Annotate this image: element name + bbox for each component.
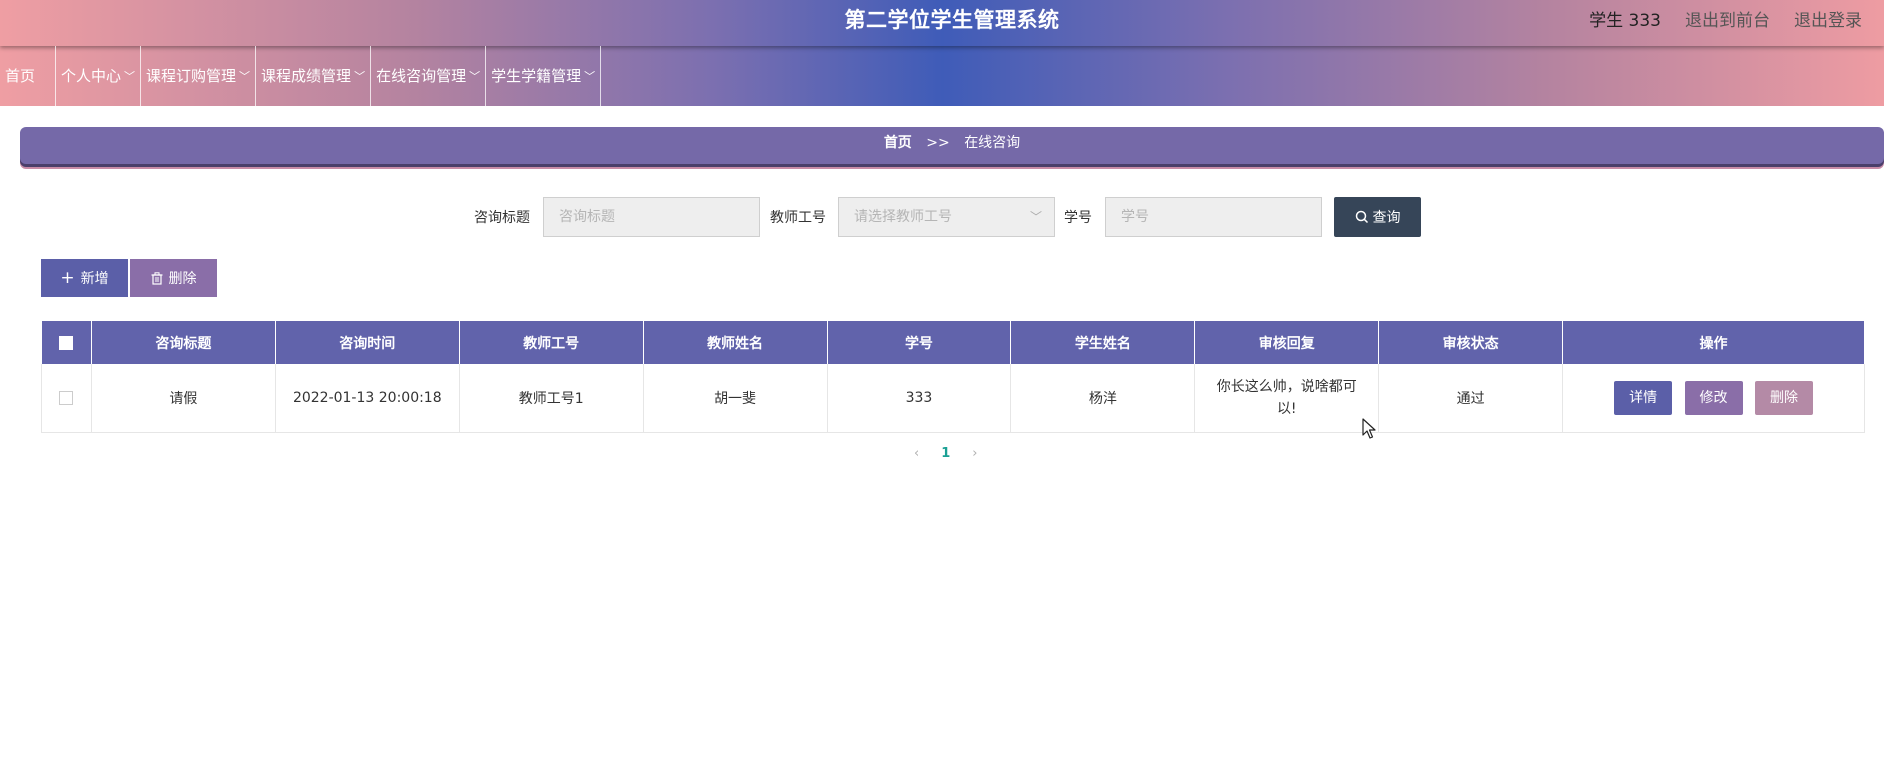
col-header: 审核回复: [1194, 321, 1380, 364]
consult-title-input[interactable]: 咨询标题: [543, 197, 760, 237]
col-header: 教师姓名: [643, 321, 828, 364]
add-button-label: 新增: [80, 271, 109, 287]
next-page-button[interactable]: ›: [972, 446, 977, 461]
nav-home[interactable]: 首页: [0, 46, 57, 106]
cell-title: 请假: [91, 364, 276, 433]
bulk-delete-button[interactable]: 删除: [130, 259, 217, 297]
breadcrumb-current: 在线咨询: [964, 135, 1021, 151]
nav-label: 课程成绩管理: [261, 67, 352, 85]
nav-course-grades[interactable]: 课程成绩管理 ﹀: [256, 46, 372, 106]
nav-label: 学生学籍管理: [491, 67, 582, 85]
nav-label: 个人中心: [61, 67, 122, 85]
row-select-cell: [41, 364, 92, 433]
col-header: 学号: [827, 321, 1012, 364]
cell-student-id: 333: [827, 364, 1012, 433]
add-button[interactable]: + 新增: [41, 259, 128, 297]
chevron-down-icon: ﹀: [584, 70, 596, 83]
user-area: 学生 333 退出到前台 退出登录: [1589, 6, 1862, 31]
breadcrumb-separator: >>: [926, 135, 950, 151]
chevron-down-icon: ﹀: [469, 70, 481, 83]
consult-title-label: 咨询标题: [474, 210, 530, 226]
student-id-input[interactable]: 学号: [1105, 197, 1322, 237]
row-checkbox[interactable]: [59, 390, 74, 405]
mouse-cursor-icon: [1362, 418, 1376, 439]
student-id-label: 学号: [1064, 210, 1092, 226]
col-header: 审核状态: [1378, 321, 1564, 364]
nav-course-order[interactable]: 课程订购管理 ﹀: [141, 46, 257, 106]
reply-text: 你长这么帅，说啥都可以!: [1216, 378, 1357, 417]
nav-label: 课程订购管理: [146, 67, 237, 85]
search-button-label: 查询: [1372, 210, 1401, 226]
cell-teacher-id: 教师工号1: [459, 364, 644, 433]
search-button[interactable]: 查询: [1334, 197, 1421, 237]
cell-student-name: 杨洋: [1010, 364, 1196, 433]
main-nav: 首页 个人中心 ﹀ 课程订购管理 ﹀ 课程成绩管理 ﹀ 在线咨询管理 ﹀ 学生学籍管理 ﹀: [0, 46, 602, 106]
cell-operations: 详情 修改 删除: [1562, 364, 1865, 433]
cell-time: 2022-01-13 20:00:18: [275, 364, 460, 433]
chevron-down-icon: ﹀: [239, 70, 251, 83]
plus-icon: +: [60, 268, 75, 288]
chevron-down-icon: ﹀: [124, 70, 136, 83]
bulk-delete-label: 删除: [168, 271, 197, 287]
col-header: 咨询时间: [275, 321, 460, 364]
nav-student-status[interactable]: 学生学籍管理 ﹀: [486, 46, 602, 106]
edit-button[interactable]: 修改: [1684, 380, 1743, 415]
col-header: 操作: [1562, 321, 1865, 364]
header: 第二学位学生管理系统 学生 333 退出到前台 退出登录 首页 个人中心 ﹀ 课程…: [0, 0, 1884, 106]
teacher-id-label: 教师工号: [770, 210, 826, 226]
chevron-down-icon: ﹀: [354, 70, 366, 83]
col-header: 教师工号: [459, 321, 644, 364]
search-icon: [1355, 210, 1368, 224]
action-bar: + 新增 删除: [41, 259, 217, 297]
breadcrumb-home[interactable]: 首页: [884, 135, 912, 151]
cell-status: 通过: [1378, 364, 1564, 433]
trash-icon: [151, 271, 162, 285]
breadcrumb: 首页 >> 在线咨询: [20, 127, 1884, 164]
col-header: 咨询标题: [91, 321, 276, 364]
consult-table: 咨询标题 咨询时间 教师工号 教师姓名 学号 学生姓名 审核回复 审核状态 操作…: [41, 321, 1865, 433]
page-number-current[interactable]: 1: [941, 446, 950, 461]
cell-teacher-name: 胡一斐: [643, 364, 828, 433]
select-all-checkbox[interactable]: [59, 335, 74, 350]
nav-label: 在线咨询管理: [376, 67, 467, 85]
select-all-cell: [41, 321, 92, 364]
prev-page-button[interactable]: ‹: [914, 446, 919, 461]
user-name: 学生 333: [1589, 11, 1661, 31]
teacher-id-placeholder: 请选择教师工号: [854, 209, 952, 225]
chevron-down-icon: ﹀: [1029, 210, 1042, 224]
nav-online-consult[interactable]: 在线咨询管理 ﹀: [371, 46, 487, 106]
teacher-id-select[interactable]: 请选择教师工号 ﹀: [838, 197, 1055, 237]
logout-link[interactable]: 退出登录: [1794, 6, 1862, 31]
search-bar: 咨询标题 咨询标题 教师工号 请选择教师工号 ﹀ 学号 学号 查询: [0, 197, 1884, 237]
delete-button[interactable]: 删除: [1755, 380, 1813, 415]
title-bar: 第二学位学生管理系统 学生 333 退出到前台 退出登录: [0, 0, 1884, 46]
back-to-front-link[interactable]: 退出到前台: [1685, 6, 1770, 31]
table-header-row: 咨询标题 咨询时间 教师工号 教师姓名 学号 学生姓名 审核回复 审核状态 操作: [41, 321, 1865, 364]
col-header: 学生姓名: [1010, 321, 1196, 364]
detail-button[interactable]: 详情: [1614, 380, 1673, 415]
table-row: 请假 2022-01-13 20:00:18 教师工号1 胡一斐 333 杨洋 …: [41, 364, 1865, 433]
cell-reply: 你长这么帅，说啥都可以!: [1194, 364, 1380, 433]
pagination: ‹ 1 ›: [914, 446, 977, 461]
nav-personal-center[interactable]: 个人中心 ﹀: [56, 46, 142, 106]
